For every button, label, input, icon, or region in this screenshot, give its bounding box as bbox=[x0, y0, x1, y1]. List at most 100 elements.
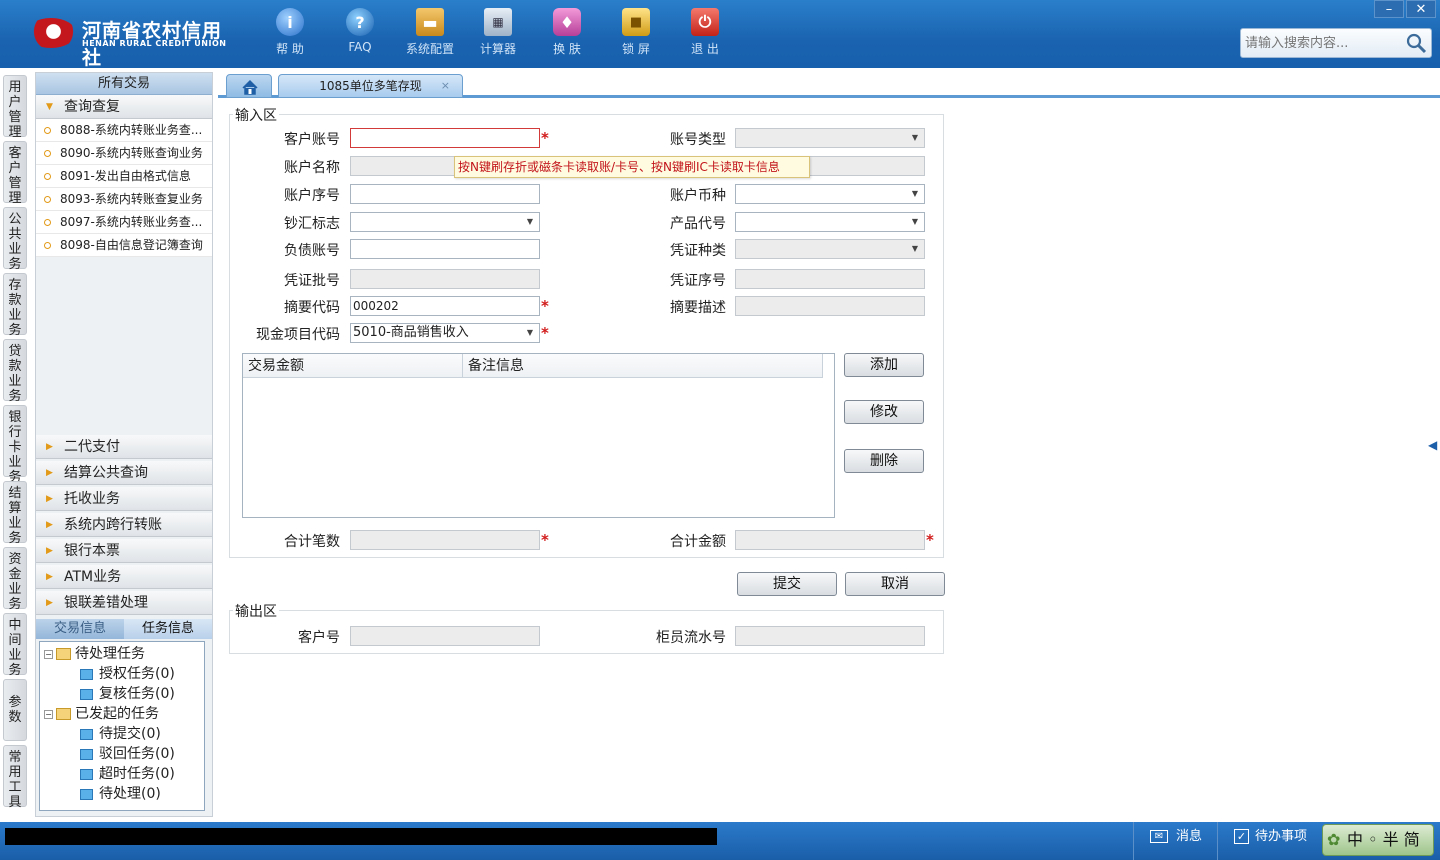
bullet-icon bbox=[44, 173, 51, 180]
expanded-arrow-icon: ▼ bbox=[46, 102, 53, 112]
home-tab[interactable] bbox=[226, 74, 272, 98]
vtab-common-tools[interactable]: 常用工具 bbox=[3, 745, 27, 810]
skin-button[interactable]: ♦ 换 肤 bbox=[535, 8, 599, 57]
minimize-button[interactable]: – bbox=[1374, 0, 1404, 18]
product-code-select[interactable]: ▼ bbox=[735, 212, 925, 232]
account-seq-field[interactable] bbox=[350, 184, 540, 204]
nav-category-unionpay-error[interactable]: ▶ 银联差错处理 bbox=[36, 591, 212, 615]
tree-node-initiated[interactable]: − 已发起的任务 bbox=[40, 704, 204, 724]
search-box bbox=[1240, 28, 1432, 58]
calculator-button[interactable]: ▦ 计算器 bbox=[466, 8, 530, 57]
lock-screen-button[interactable]: ■ 锁 屏 bbox=[604, 8, 668, 57]
vtab-settlement-business[interactable]: 结算业务 bbox=[3, 481, 27, 546]
column-header-remark[interactable]: 备注信息 bbox=[463, 354, 823, 377]
teller-serial-field[interactable] bbox=[735, 626, 925, 646]
collapsed-arrow-icon: ▶ bbox=[46, 468, 53, 478]
summary-code-field[interactable]: 000202 bbox=[350, 296, 540, 316]
cash-flag-label: 钞汇标志 bbox=[284, 216, 340, 232]
faq-button[interactable]: ? FAQ bbox=[328, 8, 392, 54]
tree-node-rejected[interactable]: 驳回任务(0) bbox=[40, 744, 204, 764]
liability-account-field[interactable] bbox=[350, 239, 540, 259]
messages-button[interactable]: ✉ 消息 bbox=[1133, 822, 1217, 860]
task-icon bbox=[80, 728, 93, 740]
nav-item-8093[interactable]: 8093-系统内转账查复业务 bbox=[36, 188, 212, 211]
nav-item-8097[interactable]: 8097-系统内转账业务查... bbox=[36, 211, 212, 234]
search-icon[interactable] bbox=[1405, 32, 1427, 54]
nav-item-8088[interactable]: 8088-系统内转账业务查... bbox=[36, 119, 212, 142]
tree-node-review[interactable]: 复核任务(0) bbox=[40, 684, 204, 704]
total-count-field[interactable] bbox=[350, 530, 540, 550]
vtab-public-business[interactable]: 公共业务 bbox=[3, 207, 27, 272]
currency-select[interactable]: ▼ bbox=[735, 184, 925, 204]
customer-no-field[interactable] bbox=[350, 626, 540, 646]
tree-node-pending[interactable]: − 待处理任务 bbox=[40, 644, 204, 664]
tree-node-to-process[interactable]: 待处理(0) bbox=[40, 784, 204, 804]
total-amount-field[interactable] bbox=[735, 530, 925, 550]
system-config-label: 系统配置 bbox=[405, 42, 454, 56]
collapse-right-panel-icon[interactable]: ◀ bbox=[1428, 420, 1440, 470]
transaction-grid[interactable]: 交易金额 备注信息 bbox=[242, 353, 835, 518]
vtab-customer-management[interactable]: 客户管理 bbox=[3, 141, 27, 206]
input-method-indicator[interactable]: ✿ 中 ◦ 半 简 bbox=[1322, 824, 1434, 856]
column-header-amount[interactable]: 交易金额 bbox=[243, 354, 463, 377]
collapse-icon[interactable]: − bbox=[44, 649, 53, 659]
tab-task-info[interactable]: 任务信息 bbox=[124, 619, 212, 639]
tree-node-authorization[interactable]: 授权任务(0) bbox=[40, 664, 204, 684]
collapsed-arrow-icon: ▶ bbox=[46, 442, 53, 452]
vtab-deposit-business[interactable]: 存款业务 bbox=[3, 273, 27, 338]
tree-node-to-submit[interactable]: 待提交(0) bbox=[40, 724, 204, 744]
required-mark: * bbox=[541, 297, 549, 315]
calculator-label: 计算器 bbox=[479, 42, 516, 56]
nav-item-label: 8093-系统内转账查复业务 bbox=[60, 192, 203, 206]
tab-1085-multi-deposit[interactable]: 1085单位多笔存现 × bbox=[278, 74, 463, 98]
account-type-select[interactable]: ▼ bbox=[735, 128, 925, 148]
lock-icon: ■ bbox=[622, 8, 650, 36]
chevron-down-icon: ▼ bbox=[911, 189, 919, 198]
voucher-seq-field[interactable] bbox=[735, 269, 925, 289]
collapse-icon[interactable]: − bbox=[44, 709, 53, 719]
nav-category-query[interactable]: ▼ 查询查复 bbox=[36, 95, 212, 119]
voucher-type-select[interactable]: ▼ bbox=[735, 239, 925, 259]
add-button[interactable]: 添加 bbox=[844, 353, 924, 377]
nav-item-label: 8091-发出自由格式信息 bbox=[60, 169, 191, 183]
cash-flag-select[interactable]: ▼ bbox=[350, 212, 540, 232]
nav-category-interbank-transfer[interactable]: ▶ 系统内跨行转账 bbox=[36, 513, 212, 537]
vtab-parameters[interactable]: 参数 bbox=[3, 679, 27, 741]
exit-label: 退 出 bbox=[691, 42, 719, 56]
vtab-fund-business[interactable]: 资金业务 bbox=[3, 547, 27, 612]
summary-desc-field[interactable] bbox=[735, 296, 925, 316]
exit-button[interactable]: ⏻ 退 出 bbox=[673, 8, 737, 57]
modify-button[interactable]: 修改 bbox=[844, 400, 924, 424]
voucher-batch-field[interactable] bbox=[350, 269, 540, 289]
vtab-user-management[interactable]: 用户管理 bbox=[3, 75, 27, 140]
nav-category-label: 结算公共查询 bbox=[64, 465, 148, 481]
vtab-bank-card-business[interactable]: 银行卡业务 bbox=[3, 405, 27, 485]
todo-button[interactable]: ✓ 待办事项 bbox=[1217, 822, 1322, 860]
nav-item-8091[interactable]: 8091-发出自由格式信息 bbox=[36, 165, 212, 188]
close-tab-icon[interactable]: × bbox=[441, 75, 450, 97]
submit-button[interactable]: 提交 bbox=[737, 572, 837, 596]
delete-button[interactable]: 删除 bbox=[844, 449, 924, 473]
cash-item-code-select[interactable]: 5010-商品销售收入 ▼ bbox=[350, 323, 540, 343]
tree-node-timeout[interactable]: 超时任务(0) bbox=[40, 764, 204, 784]
nav-category-settlement-query[interactable]: ▶ 结算公共查询 bbox=[36, 461, 212, 485]
tab-transaction-info[interactable]: 交易信息 bbox=[36, 619, 124, 639]
nav-item-8090[interactable]: 8090-系统内转账查询业务 bbox=[36, 142, 212, 165]
system-config-button[interactable]: ▬ 系统配置 bbox=[398, 8, 462, 57]
vtab-loan-business[interactable]: 贷款业务 bbox=[3, 339, 27, 404]
vtab-intermediate-business[interactable]: 中间业务 bbox=[3, 613, 27, 678]
nav-item-8098[interactable]: 8098-自由信息登记簿查询 bbox=[36, 234, 212, 257]
task-icon bbox=[80, 688, 93, 700]
nav-category-atm[interactable]: ▶ ATM业务 bbox=[36, 565, 212, 589]
account-seq-label: 账户序号 bbox=[284, 188, 340, 204]
close-window-button[interactable]: ✕ bbox=[1406, 0, 1436, 18]
cancel-button[interactable]: 取消 bbox=[845, 572, 945, 596]
nav-category-cashier-check[interactable]: ▶ 银行本票 bbox=[36, 539, 212, 563]
home-icon bbox=[242, 79, 258, 95]
search-input[interactable] bbox=[1241, 29, 1401, 57]
nav-category-collection[interactable]: ▶ 托收业务 bbox=[36, 487, 212, 511]
customer-account-field[interactable] bbox=[350, 128, 540, 148]
nav-category-cnaps2[interactable]: ▶ 二代支付 bbox=[36, 435, 212, 459]
help-button[interactable]: i 帮 助 bbox=[258, 8, 322, 57]
logo-subtext: HENAN RURAL CREDIT UNION bbox=[82, 39, 227, 48]
